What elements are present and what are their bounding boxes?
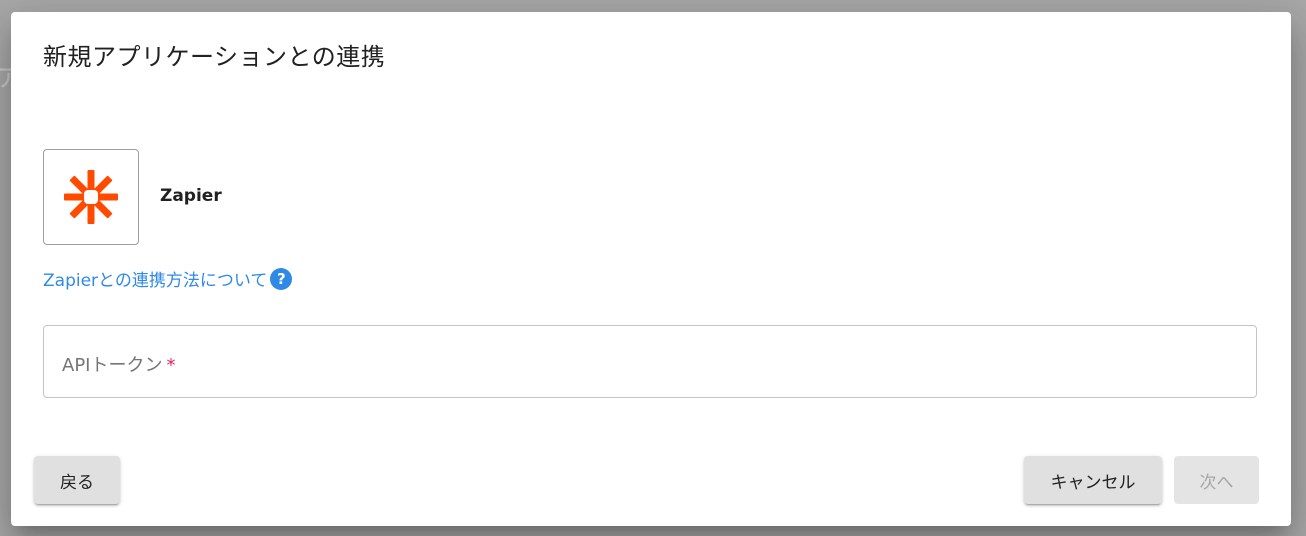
- question-circle-icon[interactable]: ?: [270, 267, 293, 290]
- api-token-field[interactable]: APIトークン *: [43, 325, 1257, 398]
- zapier-help-link[interactable]: Zapierとの連携方法について ?: [43, 266, 293, 291]
- app-logo-tile: [43, 149, 139, 245]
- app-name: Zapier: [160, 186, 222, 206]
- help-link-label: Zapierとの連携方法について: [43, 271, 268, 291]
- back-button[interactable]: 戻る: [34, 456, 120, 504]
- dialog-title: 新規アプリケーションとの連携: [43, 43, 386, 71]
- api-token-input[interactable]: [44, 326, 1256, 397]
- cancel-button[interactable]: キャンセル: [1024, 456, 1162, 504]
- zapier-asterisk-icon: [64, 170, 118, 224]
- next-button[interactable]: 次へ: [1174, 456, 1259, 504]
- integration-dialog: 新規アプリケーションとの連携 Zapier Zapierとの連携方法について ?…: [11, 12, 1291, 526]
